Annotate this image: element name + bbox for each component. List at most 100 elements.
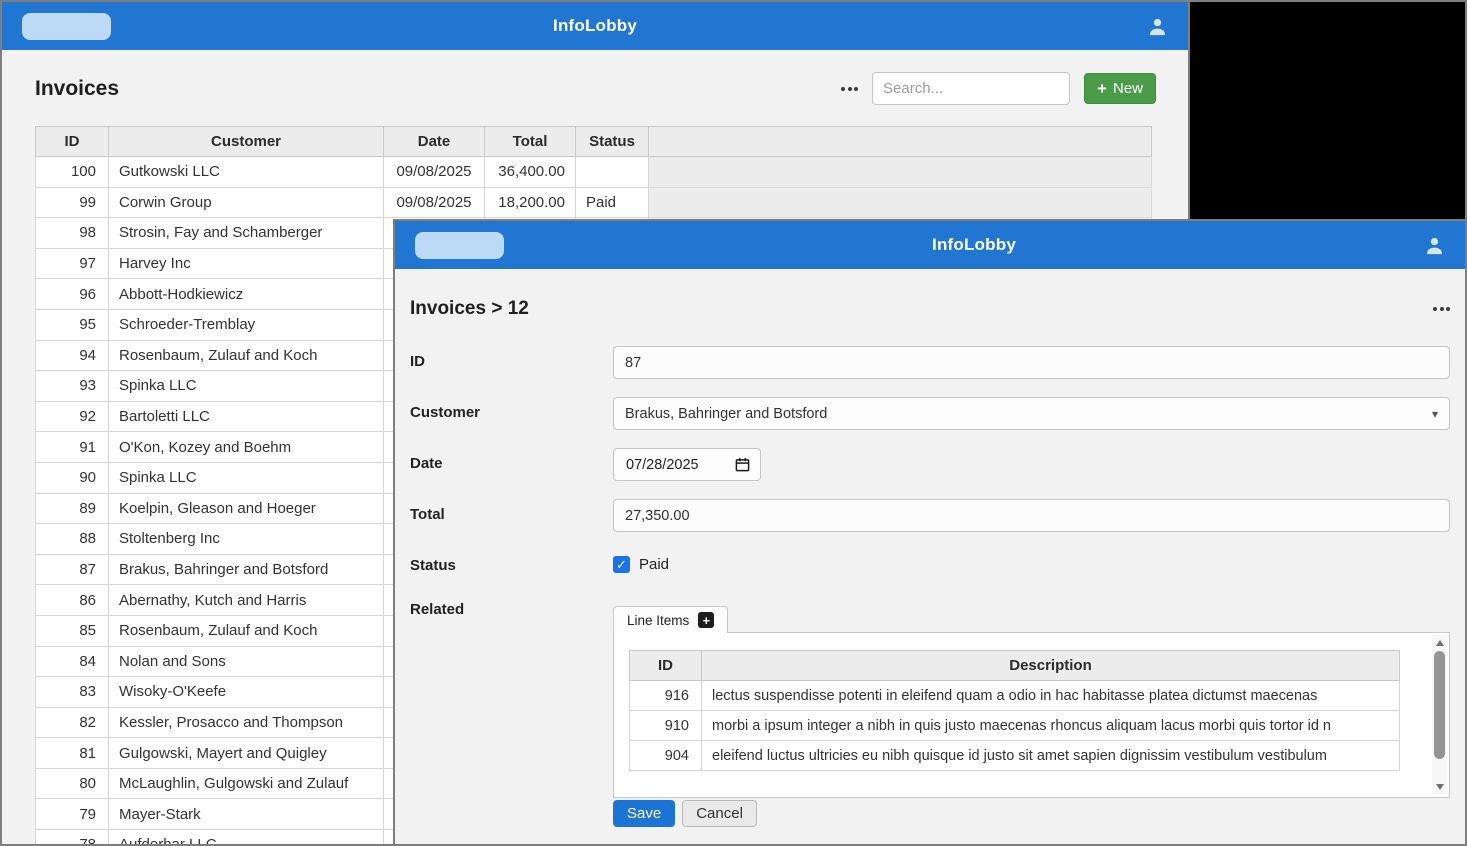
line-item-row[interactable]: 904eleifend luctus ultricies eu nibh qui… bbox=[630, 741, 1400, 771]
invoice-row-customer[interactable]: Gutkowski LLC bbox=[109, 157, 384, 188]
invoice-row-customer[interactable]: Mayer-Stark bbox=[109, 799, 384, 830]
invoice-row-total[interactable]: 18,200.00 bbox=[485, 187, 576, 218]
date-field[interactable]: 07/28/2025 bbox=[613, 448, 761, 481]
invoice-row-customer[interactable]: O'Kon, Kozey and Boehm bbox=[109, 432, 384, 463]
invoice-row-id[interactable]: 96 bbox=[36, 279, 109, 310]
col-header-date[interactable]: Date bbox=[384, 127, 485, 157]
invoice-row-customer[interactable]: Koelpin, Gleason and Hoeger bbox=[109, 493, 384, 524]
invoice-row-customer[interactable]: Spinka LLC bbox=[109, 371, 384, 402]
line-item-row-id[interactable]: 916 bbox=[630, 681, 702, 711]
invoice-row-id[interactable]: 82 bbox=[36, 707, 109, 738]
invoice-row-id[interactable]: 87 bbox=[36, 554, 109, 585]
tab-line-items[interactable]: Line Items + bbox=[613, 606, 728, 633]
invoice-row-customer[interactable]: Corwin Group bbox=[109, 187, 384, 218]
invoice-row-id[interactable]: 81 bbox=[36, 738, 109, 769]
desktop-background bbox=[1190, 0, 1467, 219]
invoice-row-id[interactable]: 100 bbox=[36, 157, 109, 188]
line-item-row-description[interactable]: eleifend luctus ultricies eu nibh quisqu… bbox=[702, 741, 1400, 771]
invoice-row-id[interactable]: 90 bbox=[36, 462, 109, 493]
invoice-row-id[interactable]: 93 bbox=[36, 371, 109, 402]
brand-logo[interactable] bbox=[415, 232, 504, 259]
invoice-row-customer[interactable]: Brakus, Bahringer and Botsford bbox=[109, 554, 384, 585]
invoice-row-id[interactable]: 88 bbox=[36, 524, 109, 555]
invoice-row-id[interactable]: 98 bbox=[36, 218, 109, 249]
add-line-item-icon[interactable]: + bbox=[698, 612, 714, 628]
line-item-row[interactable]: 916lectus suspendisse potenti in eleifen… bbox=[630, 681, 1400, 711]
invoice-row-id[interactable]: 91 bbox=[36, 432, 109, 463]
invoice-row-customer[interactable]: Aufderhar LLC bbox=[109, 830, 384, 846]
invoice-row-total[interactable]: 36,400.00 bbox=[485, 157, 576, 188]
customer-select[interactable]: Brakus, Bahringer and Botsford ▾ bbox=[613, 397, 1450, 430]
line-item-row-description[interactable]: morbi a ipsum integer a nibh in quis jus… bbox=[702, 711, 1400, 741]
col-header-id[interactable]: ID bbox=[36, 127, 109, 157]
line-items-scrollbar[interactable] bbox=[1432, 635, 1447, 794]
invoice-row-date[interactable]: 09/08/2025 bbox=[384, 187, 485, 218]
invoice-row-id[interactable]: 85 bbox=[36, 615, 109, 646]
col-header-id[interactable]: ID bbox=[630, 651, 702, 681]
invoice-row-customer[interactable]: Bartoletti LLC bbox=[109, 401, 384, 432]
line-item-row-description[interactable]: lectus suspendisse potenti in eleifend q… bbox=[702, 681, 1400, 711]
row-filler bbox=[649, 187, 1152, 218]
invoice-row-customer[interactable]: Rosenbaum, Zulauf and Koch bbox=[109, 340, 384, 371]
invoice-row-customer[interactable]: Rosenbaum, Zulauf and Koch bbox=[109, 615, 384, 646]
invoice-row-customer[interactable]: Schroeder-Tremblay bbox=[109, 309, 384, 340]
person-icon[interactable] bbox=[1424, 235, 1445, 256]
invoice-row-customer[interactable]: Strosin, Fay and Schamberger bbox=[109, 218, 384, 249]
line-items-table: ID Description 916lectus suspendisse pot… bbox=[629, 650, 1400, 771]
line-item-row-id[interactable]: 904 bbox=[630, 741, 702, 771]
ellipsis-menu-icon[interactable] bbox=[841, 87, 858, 91]
scroll-down-icon[interactable] bbox=[1432, 779, 1447, 794]
save-button[interactable]: Save bbox=[613, 800, 675, 827]
search-input[interactable] bbox=[872, 72, 1070, 105]
invoice-row-id[interactable]: 86 bbox=[36, 585, 109, 616]
invoice-row-id[interactable]: 95 bbox=[36, 309, 109, 340]
caret-down-icon: ▾ bbox=[1432, 407, 1438, 421]
line-item-row-id[interactable]: 910 bbox=[630, 711, 702, 741]
invoice-row-customer[interactable]: Gulgowski, Mayert and Quigley bbox=[109, 738, 384, 769]
invoice-row-customer[interactable]: Kessler, Prosacco and Thompson bbox=[109, 707, 384, 738]
invoice-row-customer[interactable]: Abernathy, Kutch and Harris bbox=[109, 585, 384, 616]
invoice-row[interactable]: 99Corwin Group09/08/202518,200.00Paid bbox=[36, 187, 1152, 218]
invoice-row[interactable]: 100Gutkowski LLC09/08/202536,400.00 bbox=[36, 157, 1152, 188]
breadcrumb: Invoices > 12 bbox=[410, 298, 529, 320]
invoice-row-date[interactable]: 09/08/2025 bbox=[384, 157, 485, 188]
invoice-row-id[interactable]: 99 bbox=[36, 187, 109, 218]
invoice-row-id[interactable]: 94 bbox=[36, 340, 109, 371]
invoice-row-id[interactable]: 84 bbox=[36, 646, 109, 677]
col-header-filler bbox=[649, 127, 1152, 157]
person-icon[interactable] bbox=[1147, 16, 1168, 37]
invoice-row-customer[interactable]: Abbott-Hodkiewicz bbox=[109, 279, 384, 310]
cancel-button[interactable]: Cancel bbox=[682, 800, 757, 827]
invoice-row-customer[interactable]: Harvey Inc bbox=[109, 248, 384, 279]
invoice-row-customer[interactable]: Nolan and Sons bbox=[109, 646, 384, 677]
page-title: Invoices bbox=[35, 77, 119, 101]
col-header-description[interactable]: Description bbox=[702, 651, 1400, 681]
invoice-row-status[interactable]: Paid bbox=[576, 187, 649, 218]
id-field[interactable] bbox=[613, 346, 1450, 379]
invoice-row-id[interactable]: 78 bbox=[36, 830, 109, 846]
col-header-total[interactable]: Total bbox=[485, 127, 576, 157]
calendar-icon[interactable] bbox=[735, 457, 750, 472]
invoice-row-id[interactable]: 89 bbox=[36, 493, 109, 524]
ellipsis-menu-icon[interactable] bbox=[1433, 307, 1450, 311]
invoice-row-status[interactable] bbox=[576, 157, 649, 188]
date-field-value: 07/28/2025 bbox=[626, 457, 699, 473]
invoice-row-id[interactable]: 92 bbox=[36, 401, 109, 432]
invoice-row-id[interactable]: 79 bbox=[36, 799, 109, 830]
col-header-status[interactable]: Status bbox=[576, 127, 649, 157]
brand-logo[interactable] bbox=[22, 13, 111, 40]
invoice-row-id[interactable]: 97 bbox=[36, 248, 109, 279]
invoice-row-id[interactable]: 83 bbox=[36, 677, 109, 708]
invoice-row-customer[interactable]: McLaughlin, Gulgowski and Zulauf bbox=[109, 768, 384, 799]
paid-checkbox[interactable]: ✓ bbox=[613, 556, 630, 573]
new-button[interactable]: + New bbox=[1084, 73, 1156, 104]
col-header-customer[interactable]: Customer bbox=[109, 127, 384, 157]
invoice-row-customer[interactable]: Stoltenberg Inc bbox=[109, 524, 384, 555]
scroll-up-icon[interactable] bbox=[1432, 635, 1447, 650]
invoice-row-id[interactable]: 80 bbox=[36, 768, 109, 799]
scrollbar-thumb[interactable] bbox=[1434, 651, 1445, 759]
line-item-row[interactable]: 910morbi a ipsum integer a nibh in quis … bbox=[630, 711, 1400, 741]
total-field[interactable] bbox=[613, 499, 1450, 532]
invoice-row-customer[interactable]: Spinka LLC bbox=[109, 462, 384, 493]
invoice-row-customer[interactable]: Wisoky-O'Keefe bbox=[109, 677, 384, 708]
